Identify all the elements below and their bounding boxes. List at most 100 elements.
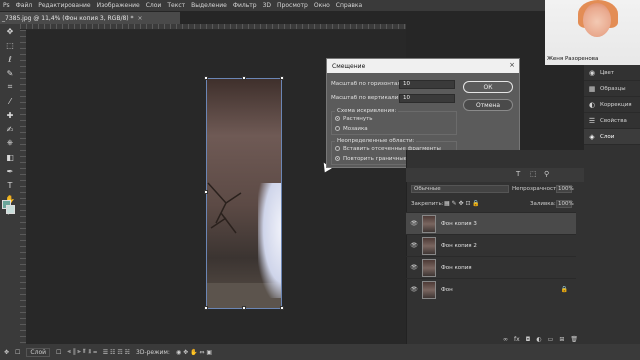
move-tool-icon[interactable]: ✥ xyxy=(4,349,9,356)
auto-select-checkbox[interactable]: ☐ xyxy=(15,349,20,356)
transform-handle-bottom[interactable] xyxy=(242,306,246,310)
brush-tool-icon[interactable]: ✍ xyxy=(0,122,20,136)
transform-handle-bottom-right[interactable] xyxy=(280,306,284,310)
layer-thumbnail xyxy=(422,214,436,233)
lock-icon: 🔒 xyxy=(560,286,568,293)
lasso-tool-icon[interactable]: ℓ xyxy=(0,52,20,66)
layer-row[interactable]: 👁 Фон 🔒 xyxy=(406,278,576,300)
3d-tools-icons[interactable]: ◉ ✥ ✋ ⇔ ▣ xyxy=(176,349,212,356)
dock-label: Свойства xyxy=(600,117,627,124)
transform-handle-top[interactable] xyxy=(242,76,246,80)
transform-handle-bottom-left[interactable] xyxy=(204,306,208,310)
menu-edit[interactable]: Редактирование xyxy=(35,2,93,9)
menu-help[interactable]: Справка xyxy=(333,2,365,9)
dock-label: Коррекция xyxy=(600,101,632,108)
layer-thumbnail xyxy=(422,258,436,277)
background-color-swatch[interactable] xyxy=(6,205,15,214)
blend-mode-select[interactable]: Обычные xyxy=(411,185,509,193)
cancel-button[interactable]: Отмена xyxy=(463,99,513,111)
smart-filter-icon[interactable]: ⚲ xyxy=(544,170,549,178)
radio-selected-icon xyxy=(335,156,340,161)
undefined-group-label: Неопределенные области: xyxy=(335,138,417,144)
dock-item-adjustments[interactable]: ◐ Коррекция xyxy=(584,97,640,113)
vertical-scale-input[interactable]: 10 xyxy=(399,94,455,103)
app-icon[interactable]: Ps xyxy=(0,2,13,9)
options-bar: ✥ ☐ Слой ☐ ⫷ ⫼ ⫸ ⫪ ⫫ ⫬ ☰ ☷ ☶ ☵ 3D-режим:… xyxy=(0,344,640,360)
menu-file[interactable]: Файл xyxy=(13,2,36,9)
document-tab-title: _7385.jpg @ 11,4% (Фон копия 3, RGB/8) * xyxy=(2,14,134,22)
eye-icon[interactable]: 👁 xyxy=(406,264,422,271)
lock-icons[interactable]: ▦ ✎ ✥ ⊡ 🔒 xyxy=(444,200,480,207)
menu-view[interactable]: Просмотр xyxy=(274,2,311,9)
dock-item-properties[interactable]: ☰ Свойства xyxy=(584,113,640,129)
distortion-group-label: Схема искривления: xyxy=(335,108,399,114)
type-filter-icon[interactable]: T xyxy=(516,170,520,178)
color-icon: ◉ xyxy=(588,68,596,77)
stretch-label: Растянуть xyxy=(343,116,373,122)
eye-icon[interactable]: 👁 xyxy=(406,242,422,249)
layer-row[interactable]: 👁 Фон копия xyxy=(406,256,576,278)
opacity-label: Непрозрачность: xyxy=(512,186,562,192)
transform-controls-checkbox[interactable]: ☐ xyxy=(56,349,61,356)
auto-select-dropdown[interactable]: Слой xyxy=(26,347,51,357)
transform-handle-top-left[interactable] xyxy=(204,76,208,80)
align-icons[interactable]: ⫷ ⫼ ⫸ ⫪ ⫫ ⫬ xyxy=(67,348,96,356)
layer-row[interactable]: 👁 Фон копия 3 xyxy=(406,212,576,234)
dock-item-layers[interactable]: ◈ Слои xyxy=(584,129,640,145)
radio-tile[interactable]: Мозаика xyxy=(335,126,368,132)
layer-name: Фон копия 3 xyxy=(441,220,477,227)
healing-tool-icon[interactable]: ✚ xyxy=(0,108,20,122)
quick-select-tool-icon[interactable]: ✎ xyxy=(0,66,20,80)
dock-item-swatches[interactable]: ▦ Образцы xyxy=(584,81,640,97)
webcam-overlay: Женя Разоренова xyxy=(545,0,640,65)
transform-handle-left[interactable] xyxy=(204,190,208,194)
tools-panel: ✥ ⬚ ℓ ✎ ⌗ ⁄ ✚ ✍ ⎈ ◧ ✒ T ✋ ⌕ xyxy=(0,24,20,344)
document-image[interactable] xyxy=(206,78,282,309)
eraser-tool-icon[interactable]: ◧ xyxy=(0,150,20,164)
tile-label: Мозаика xyxy=(343,126,368,132)
shape-filter-icon[interactable]: ⬚ xyxy=(530,170,537,178)
marquee-tool-icon[interactable]: ⬚ xyxy=(0,38,20,52)
eye-icon[interactable]: 👁 xyxy=(406,220,422,227)
dock-label: Цвет xyxy=(600,69,615,76)
dock-label: Слои xyxy=(600,133,615,140)
menu-filter[interactable]: Фильтр xyxy=(230,2,260,9)
move-tool-icon[interactable]: ✥ xyxy=(0,24,20,38)
layers-icon: ◈ xyxy=(589,132,595,141)
radio-icon xyxy=(335,126,340,131)
menu-type[interactable]: Текст xyxy=(164,2,188,9)
menu-layers[interactable]: Слои xyxy=(143,2,165,9)
radio-icon xyxy=(335,146,340,151)
pen-tool-icon[interactable]: ✒ xyxy=(0,164,20,178)
mode-3d-label: 3D-режим: xyxy=(136,348,170,356)
document-tab[interactable]: _7385.jpg @ 11,4% (Фон копия 3, RGB/8) *… xyxy=(0,12,180,24)
dock-item-color[interactable]: ◉ Цвет xyxy=(584,65,640,81)
layer-thumbnail xyxy=(422,236,436,255)
layer-row[interactable]: 👁 Фон копия 2 xyxy=(406,234,576,256)
menu-select[interactable]: Выделение xyxy=(188,2,230,9)
opacity-input[interactable]: 100% xyxy=(556,185,574,193)
menubar: Ps Файл Редактирование Изображение Слои … xyxy=(0,0,640,11)
distribute-icons[interactable]: ☰ ☷ ☶ ☵ xyxy=(103,349,130,356)
close-icon[interactable]: × xyxy=(138,15,143,22)
menu-3d[interactable]: 3D xyxy=(260,2,274,9)
crop-tool-icon[interactable]: ⌗ xyxy=(0,80,20,94)
menu-image[interactable]: Изображение xyxy=(94,2,143,9)
swatches-icon: ▦ xyxy=(588,84,596,93)
eyedropper-tool-icon[interactable]: ⁄ xyxy=(0,94,20,108)
radio-stretch[interactable]: Растянуть xyxy=(335,116,373,122)
ok-button[interactable]: ОК xyxy=(463,81,513,93)
eye-icon[interactable]: 👁 xyxy=(406,286,422,293)
dock-label: Образцы xyxy=(600,85,626,92)
type-tool-icon[interactable]: T xyxy=(0,178,20,192)
vertical-scale-label: Масштаб по вертикали xyxy=(331,95,399,101)
fill-label: Заливка: xyxy=(530,201,556,207)
transform-handle-top-right[interactable] xyxy=(280,76,284,80)
fill-input[interactable]: 100% xyxy=(556,200,574,208)
menu-window[interactable]: Окно xyxy=(311,2,333,9)
radio-selected-icon xyxy=(335,116,340,121)
stamp-tool-icon[interactable]: ⎈ xyxy=(0,136,20,150)
close-icon[interactable]: × xyxy=(509,61,515,69)
horizontal-scale-input[interactable]: 10 xyxy=(399,80,455,89)
right-dock: ◉ Цвет ▦ Образцы ◐ Коррекция ☰ Свойства ◈ Сло… xyxy=(584,65,640,360)
